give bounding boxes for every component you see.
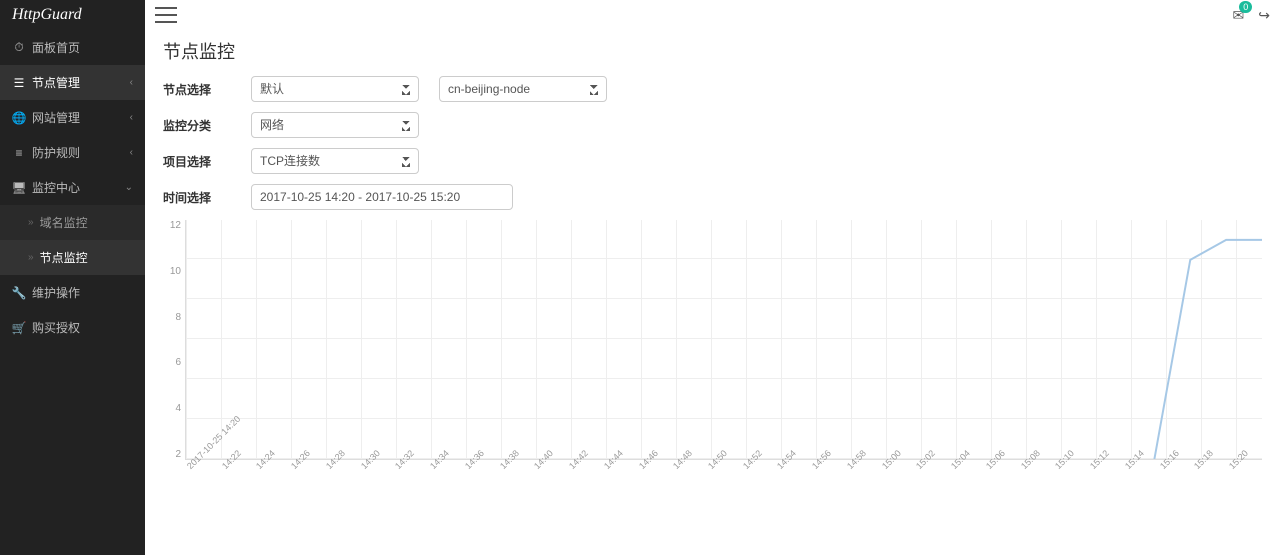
page-title: 节点监控	[163, 38, 1262, 64]
chart: 12 10 8 6 4 2	[163, 220, 1262, 460]
nav-label: 网站管理	[32, 109, 80, 126]
nav-sub-label: 节点监控	[40, 249, 88, 266]
xtick: 14:46	[637, 464, 644, 471]
xtick: 14:42	[567, 464, 574, 471]
nav-label: 面板首页	[32, 39, 80, 56]
chart-line	[186, 220, 1262, 459]
nav-label: 购买授权	[32, 319, 80, 336]
chart-yaxis: 12 10 8 6 4 2	[163, 220, 185, 460]
mail-button[interactable]: ✉ 0	[1233, 7, 1245, 24]
xtick: 15:12	[1088, 464, 1095, 471]
xtick: 14:54	[775, 464, 782, 471]
nav-node-manage[interactable]: ☰ 节点管理 ‹	[0, 65, 145, 100]
main: ✉ 0 ↪ 节点监控 节点选择 默认 cn-beijing-node	[145, 0, 1280, 555]
wrench-icon: 🔧	[12, 286, 26, 300]
xtick: 14:48	[671, 464, 678, 471]
xtick: 14:56	[810, 464, 817, 471]
group-select[interactable]: 默认	[251, 76, 419, 102]
brand-logo: HttpGuard	[0, 0, 145, 30]
xtick: 14:36	[463, 464, 470, 471]
xtick: 15:08	[1019, 464, 1026, 471]
nav: ⏱ 面板首页 ☰ 节点管理 ‹ 🌐 网站管理 ‹ ≡ 防护规则 ‹ 🖥 监控中心	[0, 30, 145, 345]
monitor-icon: 🖥	[12, 181, 26, 195]
ytick: 4	[175, 403, 181, 414]
nav-label: 节点管理	[32, 74, 80, 91]
nav-label: 防护规则	[32, 144, 80, 161]
xtick: 14:32	[393, 464, 400, 471]
sub-chevron-icon: »	[28, 252, 34, 263]
xtick: 14:22	[220, 464, 227, 471]
list-icon: ≡	[12, 146, 26, 160]
dashboard-icon: ⏱	[12, 40, 26, 55]
nav-sub-node-monitor[interactable]: » 节点监控	[0, 240, 145, 275]
xtick: 15:18	[1192, 464, 1199, 471]
nav-monitor-center[interactable]: 🖥 监控中心 ⌄	[0, 170, 145, 205]
topbar: ✉ 0 ↪	[145, 0, 1280, 30]
label-node-select: 节点选择	[163, 81, 251, 98]
xtick: 14:52	[741, 464, 748, 471]
nav-dashboard[interactable]: ⏱ 面板首页	[0, 30, 145, 65]
nav-label: 维护操作	[32, 284, 80, 301]
xtick: 15:20	[1227, 464, 1234, 471]
nav-label: 监控中心	[32, 179, 80, 196]
xtick: 14:58	[845, 464, 852, 471]
xtick: 14:30	[359, 464, 366, 471]
nav-protect-rules[interactable]: ≡ 防护规则 ‹	[0, 135, 145, 170]
xtick: 2017-10-25 14:20	[185, 464, 192, 471]
node-select[interactable]: cn-beijing-node	[439, 76, 607, 102]
xtick: 14:40	[532, 464, 539, 471]
label-time: 时间选择	[163, 189, 251, 206]
label-category: 监控分类	[163, 117, 251, 134]
xtick: 14:50	[706, 464, 713, 471]
chart-grid	[185, 220, 1262, 460]
chevron-left-icon: ‹	[130, 112, 133, 123]
server-icon: ☰	[12, 76, 26, 90]
ytick: 2	[175, 449, 181, 460]
ytick: 12	[170, 220, 181, 231]
xtick: 14:34	[428, 464, 435, 471]
chevron-left-icon: ‹	[130, 147, 133, 158]
category-select[interactable]: 网络	[251, 112, 419, 138]
xtick: 15:06	[984, 464, 991, 471]
nav-purchase[interactable]: 🛒 购买授权	[0, 310, 145, 345]
ytick: 6	[175, 357, 181, 368]
cart-icon: 🛒	[12, 321, 26, 335]
nav-maintenance[interactable]: 🔧 维护操作	[0, 275, 145, 310]
item-select[interactable]: TCP连接数	[251, 148, 419, 174]
xtick: 15:02	[914, 464, 921, 471]
chevron-left-icon: ‹	[130, 77, 133, 88]
globe-icon: 🌐	[12, 111, 26, 125]
xtick: 14:24	[254, 464, 261, 471]
chart-xaxis: 2017-10-25 14:20 14:22 14:24 14:26 14:28 14:3…	[163, 464, 1262, 474]
xtick: 14:38	[498, 464, 505, 471]
nav-site-manage[interactable]: 🌐 网站管理 ‹	[0, 100, 145, 135]
xtick: 15:16	[1158, 464, 1165, 471]
ytick: 8	[175, 312, 181, 323]
chevron-down-icon: ⌄	[125, 182, 133, 193]
time-range-input[interactable]	[251, 184, 513, 210]
xtick: 15:04	[949, 464, 956, 471]
logout-button[interactable]: ↪	[1258, 7, 1270, 24]
xtick: 15:14	[1123, 464, 1130, 471]
nav-sub-domain-monitor[interactable]: » 域名监控	[0, 205, 145, 240]
ytick: 10	[170, 266, 181, 277]
logout-icon: ↪	[1258, 7, 1270, 23]
label-item: 项目选择	[163, 153, 251, 170]
sub-chevron-icon: »	[28, 217, 34, 228]
xtick: 14:26	[289, 464, 296, 471]
nav-sub-label: 域名监控	[40, 214, 88, 231]
xtick: 14:44	[602, 464, 609, 471]
xtick: 15:00	[880, 464, 887, 471]
xtick: 15:10	[1053, 464, 1060, 471]
menu-toggle-button[interactable]	[155, 7, 177, 23]
sidebar: HttpGuard ⏱ 面板首页 ☰ 节点管理 ‹ 🌐 网站管理 ‹ ≡ 防护规…	[0, 0, 145, 555]
content: 节点监控 节点选择 默认 cn-beijing-node 监控分类 网络 项目选…	[145, 30, 1280, 555]
xtick: 14:28	[324, 464, 331, 471]
mail-badge: 0	[1239, 1, 1252, 13]
